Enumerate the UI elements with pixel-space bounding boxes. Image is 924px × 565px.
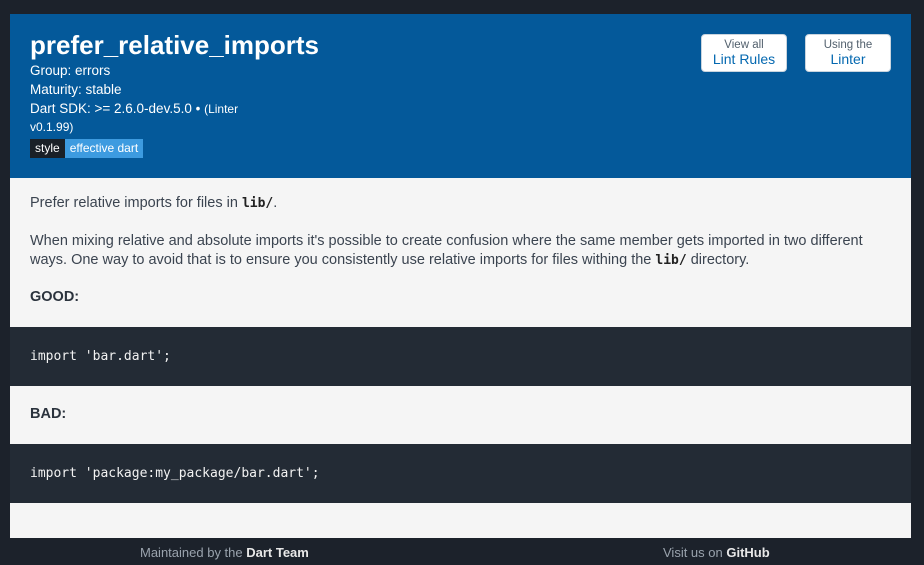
rule-group: Group: errors [30, 63, 111, 78]
bad-code: import 'package:my_package/bar.dart'; [30, 466, 320, 481]
summary-text: Prefer relative imports for files in [30, 195, 242, 211]
good-code: import 'bar.dart'; [30, 349, 171, 364]
rule-description: When mixing relative and absolute import… [30, 232, 895, 270]
sdk-version: Dart SDK: >= 2.6.0-dev.5.0 • [30, 101, 205, 116]
summary-end: . [273, 195, 278, 211]
using-the-linter-button[interactable]: Using the Linter [805, 34, 891, 72]
page: prefer_relative_imports Group: errors Ma… [0, 0, 924, 560]
rule-summary: Prefer relative imports for files in lib… [30, 194, 895, 213]
inline-code-lib: lib/ [241, 196, 274, 211]
bad-label: BAD: [30, 406, 67, 422]
view-all-label: View all [724, 39, 764, 51]
good-code-block: import 'bar.dart'; [10, 327, 911, 386]
linter-label: Linter [830, 51, 866, 67]
rule-sdk: Dart SDK: >= 2.6.0-dev.5.0 • (Linter [30, 99, 238, 119]
inline-code-lib-dir: lib/ [655, 253, 687, 268]
lint-rules-label: Lint Rules [712, 51, 776, 67]
footer: Maintained by the Dart Team Visit us on … [0, 545, 924, 565]
description-end: directory. [686, 252, 750, 268]
tag-style[interactable]: style [30, 139, 65, 158]
bad-code-block: import 'package:my_package/bar.dart'; [10, 444, 911, 503]
linter-open: (Linter [204, 102, 239, 116]
using-the-label: Using the [823, 39, 873, 51]
view-all-lint-rules-button[interactable]: View all Lint Rules [701, 34, 787, 72]
lint-rule-card: prefer_relative_imports Group: errors Ma… [10, 14, 911, 538]
linter-version: v0.1.99) [30, 120, 74, 134]
good-label: GOOD: [30, 289, 80, 305]
rule-title: prefer_relative_imports [30, 30, 320, 60]
tag-effective-dart[interactable]: effective dart [64, 139, 144, 158]
rule-maturity: Maturity: stable [30, 82, 122, 97]
rule-header: prefer_relative_imports Group: errors Ma… [10, 14, 911, 178]
rule-tags: style effective dart [30, 139, 144, 158]
